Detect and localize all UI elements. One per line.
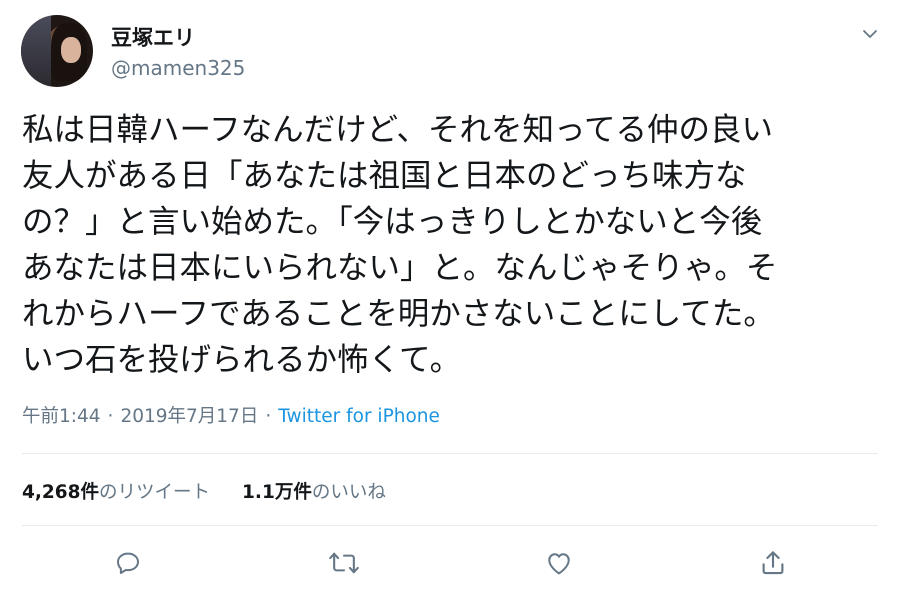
divider bbox=[22, 453, 878, 454]
meta-separator: · bbox=[265, 406, 272, 427]
retweet-icon bbox=[329, 552, 359, 574]
likes-label: のいいね bbox=[311, 482, 386, 503]
display-name[interactable]: 豆塚エリ bbox=[111, 22, 195, 52]
heart-icon bbox=[548, 553, 570, 575]
tweet-source-link[interactable]: Twitter for iPhone bbox=[278, 406, 440, 427]
avatar-background bbox=[21, 15, 51, 87]
like-button[interactable] bbox=[542, 546, 576, 580]
tweet-stats: 4,268件のリツイート 1.1万件のいいね bbox=[22, 478, 418, 504]
likes-count: 1.1万件 bbox=[242, 482, 312, 503]
avatar[interactable] bbox=[21, 15, 93, 87]
reply-button[interactable] bbox=[111, 546, 145, 580]
likes-stat[interactable]: 1.1万件のいいね bbox=[242, 482, 386, 503]
retweets-label: のリツイート bbox=[99, 482, 211, 503]
username[interactable]: @mamen325 bbox=[111, 56, 245, 80]
share-button[interactable] bbox=[756, 546, 790, 580]
chevron-down-icon[interactable] bbox=[860, 24, 880, 44]
reply-icon bbox=[117, 552, 139, 574]
tweet-meta: 午前1:44 · 2019年7月17日 · Twitter for iPhone bbox=[22, 402, 440, 428]
tweet-date[interactable]: 2019年7月17日 bbox=[120, 406, 258, 427]
retweets-stat[interactable]: 4,268件のリツイート bbox=[22, 482, 210, 503]
divider bbox=[22, 525, 878, 526]
avatar-face bbox=[61, 37, 81, 63]
share-icon bbox=[762, 551, 784, 575]
tweet-text: 私は日韓ハーフなんだけど、それを知ってる仲の良い 友人がある日「あなたは祖国と日… bbox=[22, 112, 778, 378]
retweet-button[interactable] bbox=[327, 546, 361, 580]
retweets-count: 4,268件 bbox=[22, 482, 100, 503]
meta-separator: · bbox=[107, 406, 114, 427]
tweet-time[interactable]: 午前1:44 bbox=[22, 406, 101, 427]
